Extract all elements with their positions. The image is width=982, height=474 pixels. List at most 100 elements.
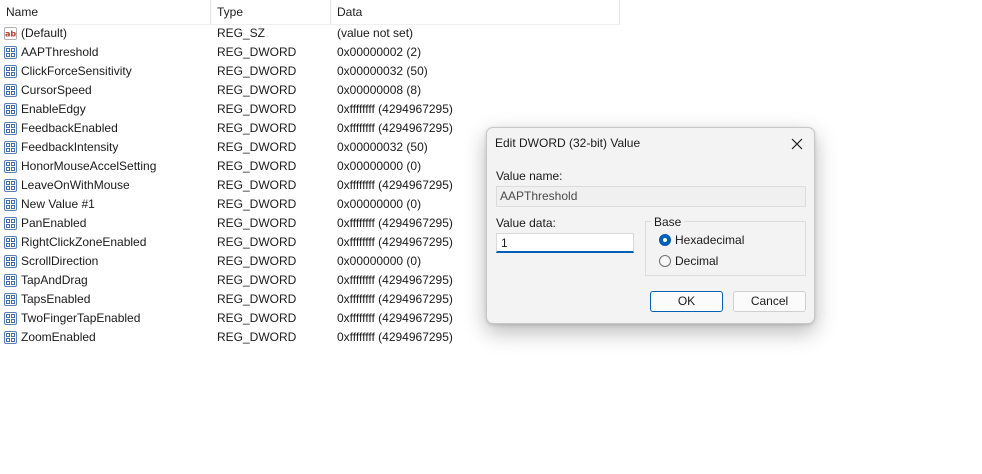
cell-type: REG_DWORD [217, 102, 297, 116]
binary-value-icon [4, 179, 17, 192]
cell-type: REG_DWORD [217, 83, 297, 97]
value-name-text: HonorMouseAccelSetting [21, 159, 157, 173]
radio-hexadecimal[interactable]: Hexadecimal [659, 233, 744, 247]
ok-button[interactable]: OK [650, 291, 723, 312]
value-name-text: ZoomEnabled [21, 330, 96, 344]
value-name-text: (Default) [21, 26, 68, 40]
value-name-text: ClickForceSensitivity [21, 64, 132, 78]
cancel-button[interactable]: Cancel [733, 291, 806, 312]
cell-name: CursorSpeed [0, 81, 211, 100]
cell-data: (value not set) [337, 26, 414, 40]
column-header-data[interactable]: Data [331, 0, 620, 24]
cell-name: TapAndDrag [0, 271, 211, 290]
binary-value-icon [4, 46, 17, 59]
column-header-type[interactable]: Type [211, 0, 331, 24]
radio-hexadecimal-label: Hexadecimal [675, 233, 745, 247]
column-header-name[interactable]: Name [0, 0, 211, 24]
cell-name: AAPThreshold [0, 43, 211, 62]
value-name-text: FeedbackIntensity [21, 140, 119, 154]
binary-value-icon [4, 65, 17, 78]
base-label: Base [651, 215, 685, 229]
cell-type: REG_DWORD [217, 292, 297, 306]
cell-name: PanEnabled [0, 214, 211, 233]
value-name-text: RightClickZoneEnabled [21, 235, 147, 249]
table-row[interactable]: EnableEdgy REG_DWORD 0xffffffff (429496729… [0, 100, 620, 119]
list-header: Name Type Data [0, 0, 620, 25]
radio-unchecked-icon [659, 255, 671, 267]
cell-name: EnableEdgy [0, 100, 211, 119]
value-name-text: AAPThreshold [21, 45, 99, 59]
cell-type: REG_SZ [217, 26, 266, 40]
cell-name: ZoomEnabled [0, 328, 211, 347]
binary-value-icon [4, 217, 17, 230]
value-name-text: New Value #1 [21, 197, 95, 211]
cell-name: FeedbackIntensity [0, 138, 211, 157]
table-row[interactable]: ZoomEnabled REG_DWORD 0xffffffff (42949672… [0, 328, 620, 347]
cell-name: LeaveOnWithMouse [0, 176, 211, 195]
value-name-label: Value name: [496, 169, 563, 183]
value-name-text: CursorSpeed [21, 83, 92, 97]
cell-type: REG_DWORD [217, 140, 297, 154]
close-icon [791, 138, 803, 150]
cell-type: REG_DWORD [217, 178, 297, 192]
cell-name: TapsEnabled [0, 290, 211, 309]
binary-value-icon [4, 160, 17, 173]
binary-value-icon [4, 331, 17, 344]
cell-data: 0x00000008 (8) [337, 83, 422, 97]
cell-type: REG_DWORD [217, 235, 297, 249]
binary-value-icon [4, 236, 17, 249]
binary-value-icon [4, 103, 17, 116]
edit-dword-dialog: Edit DWORD (32-bit) Value Value name: AA… [486, 127, 815, 324]
cell-name: RightClickZoneEnabled [0, 233, 211, 252]
cell-data: 0xffffffff (4294967295) [337, 102, 453, 116]
cell-type: REG_DWORD [217, 254, 297, 268]
cell-name: FeedbackEnabled [0, 119, 211, 138]
cell-name: ab (Default) [0, 24, 211, 43]
cell-type: REG_DWORD [217, 45, 297, 59]
cell-data: 0x00000032 (50) [337, 64, 428, 78]
binary-value-icon [4, 293, 17, 306]
value-name-text: PanEnabled [21, 216, 87, 230]
value-name-text: TwoFingerTapEnabled [21, 311, 141, 325]
value-name-text: TapsEnabled [21, 292, 91, 306]
cell-data: 0xffffffff (4294967295) [337, 330, 453, 344]
dialog-title: Edit DWORD (32-bit) Value [495, 136, 641, 150]
value-name-text: EnableEdgy [21, 102, 86, 116]
radio-decimal[interactable]: Decimal [659, 254, 718, 268]
svg-text:ab: ab [5, 30, 16, 39]
cell-name: ClickForceSensitivity [0, 62, 211, 81]
cell-type: REG_DWORD [217, 197, 297, 211]
cell-type: REG_DWORD [217, 330, 297, 344]
value-data-input[interactable] [496, 233, 634, 253]
value-name-text: FeedbackEnabled [21, 121, 118, 135]
table-row[interactable]: AAPThreshold REG_DWORD 0x00000002 (2) [0, 43, 620, 62]
binary-value-icon [4, 122, 17, 135]
cell-type: REG_DWORD [217, 121, 297, 135]
cell-type: REG_DWORD [217, 273, 297, 287]
radio-checked-icon [659, 234, 671, 246]
cell-data: 0x00000002 (2) [337, 45, 422, 59]
string-value-icon: ab [4, 27, 17, 40]
cell-name: HonorMouseAccelSetting [0, 157, 211, 176]
cell-type: REG_DWORD [217, 311, 297, 325]
value-name-field: AAPThreshold [496, 186, 806, 207]
binary-value-icon [4, 84, 17, 97]
table-row[interactable]: ab (Default) REG_SZ (value not set) [0, 24, 620, 43]
binary-value-icon [4, 274, 17, 287]
cell-type: REG_DWORD [217, 159, 297, 173]
cell-type: REG_DWORD [217, 216, 297, 230]
table-row[interactable]: ClickForceSensitivity REG_DWORD 0x00000032… [0, 62, 620, 81]
binary-value-icon [4, 255, 17, 268]
cell-name: New Value #1 [0, 195, 211, 214]
radio-decimal-label: Decimal [675, 254, 719, 268]
cell-name: TwoFingerTapEnabled [0, 309, 211, 328]
value-name-text: LeaveOnWithMouse [21, 178, 130, 192]
table-row[interactable]: CursorSpeed REG_DWORD 0x00000008 (8) [0, 81, 620, 100]
value-data-label: Value data: [496, 216, 556, 230]
value-name-text: TapAndDrag [21, 273, 88, 287]
binary-value-icon [4, 198, 17, 211]
registry-editor-view: Name Type Data ab (Default) REG_SZ (value n… [0, 0, 982, 474]
cell-name: ScrollDirection [0, 252, 211, 271]
close-button[interactable] [786, 133, 808, 155]
cell-type: REG_DWORD [217, 64, 297, 78]
